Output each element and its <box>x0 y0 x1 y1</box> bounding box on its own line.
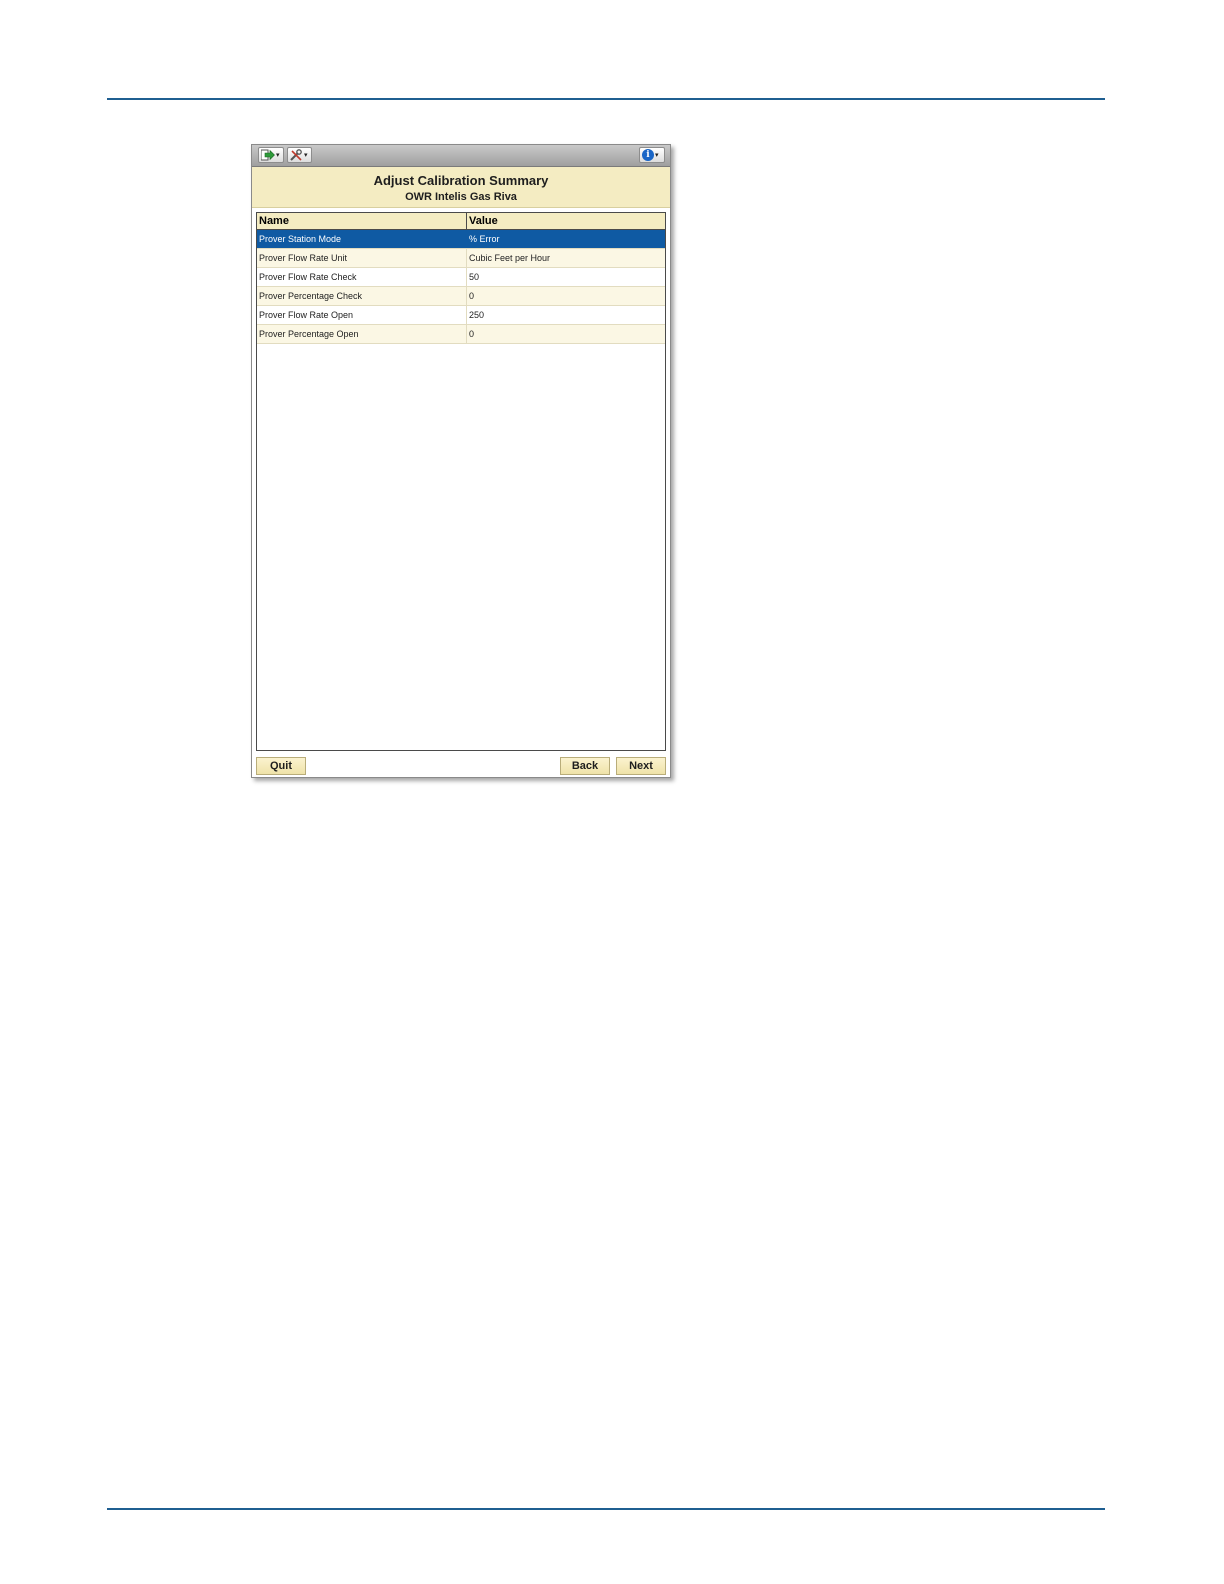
table-row[interactable]: Prover Station Mode % Error <box>257 230 665 249</box>
tools-icon <box>290 149 302 161</box>
table-row[interactable]: Prover Percentage Open 0 <box>257 325 665 344</box>
tools-menu-button[interactable]: ▾ <box>287 147 312 163</box>
row-value: 50 <box>466 268 665 286</box>
info-menu-button[interactable]: i ▾ <box>639 147 665 163</box>
page-title: Adjust Calibration Summary <box>373 173 549 188</box>
device-name: OWR Intelis Gas Riva <box>405 191 517 203</box>
row-value: 0 <box>466 325 665 343</box>
row-value: 250 <box>466 306 665 324</box>
row-value: 0 <box>466 287 665 305</box>
column-header-value[interactable]: Value <box>466 213 665 229</box>
row-name: Prover Percentage Open <box>259 329 359 339</box>
table-row[interactable]: Prover Flow Rate Open 250 <box>257 306 665 325</box>
row-name: Prover Flow Rate Unit <box>259 253 348 263</box>
row-name: Prover Flow Rate Check <box>259 272 357 282</box>
chevron-down-icon: ▾ <box>304 152 308 159</box>
table-row[interactable]: Prover Flow Rate Unit Cubic Feet per Hou… <box>257 249 665 268</box>
table-row[interactable]: Prover Flow Rate Check 50 <box>257 268 665 287</box>
table-row[interactable]: Prover Percentage Check 0 <box>257 287 665 306</box>
row-name: Prover Station Mode <box>259 234 342 244</box>
row-value: % Error <box>466 230 665 248</box>
back-button[interactable]: Back <box>560 757 610 775</box>
page-top-rule <box>107 98 1105 100</box>
quit-button[interactable]: Quit <box>256 757 306 775</box>
row-name: Prover Flow Rate Open <box>259 310 354 320</box>
app-window: ▾ ▾ i ▾ Adjust Calibration Summary OWR I… <box>251 144 671 778</box>
chevron-down-icon: ▾ <box>276 152 280 159</box>
next-button[interactable]: Next <box>616 757 666 775</box>
grid-header: Name Value <box>257 213 665 230</box>
toolbar: ▾ ▾ i ▾ <box>252 145 670 167</box>
row-name: Prover Percentage Check <box>259 291 363 301</box>
column-header-name[interactable]: Name <box>257 213 466 229</box>
row-value: Cubic Feet per Hour <box>466 249 665 267</box>
screen-header: Adjust Calibration Summary OWR Intelis G… <box>252 167 670 208</box>
chevron-down-icon: ▾ <box>655 152 659 159</box>
summary-grid: Name Value Prover Station Mode % Error P… <box>256 212 666 751</box>
page-bottom-rule <box>107 1508 1105 1510</box>
info-icon: i <box>642 149 654 161</box>
navigation-arrow-icon <box>261 149 275 161</box>
navigation-menu-button[interactable]: ▾ <box>258 147 284 163</box>
